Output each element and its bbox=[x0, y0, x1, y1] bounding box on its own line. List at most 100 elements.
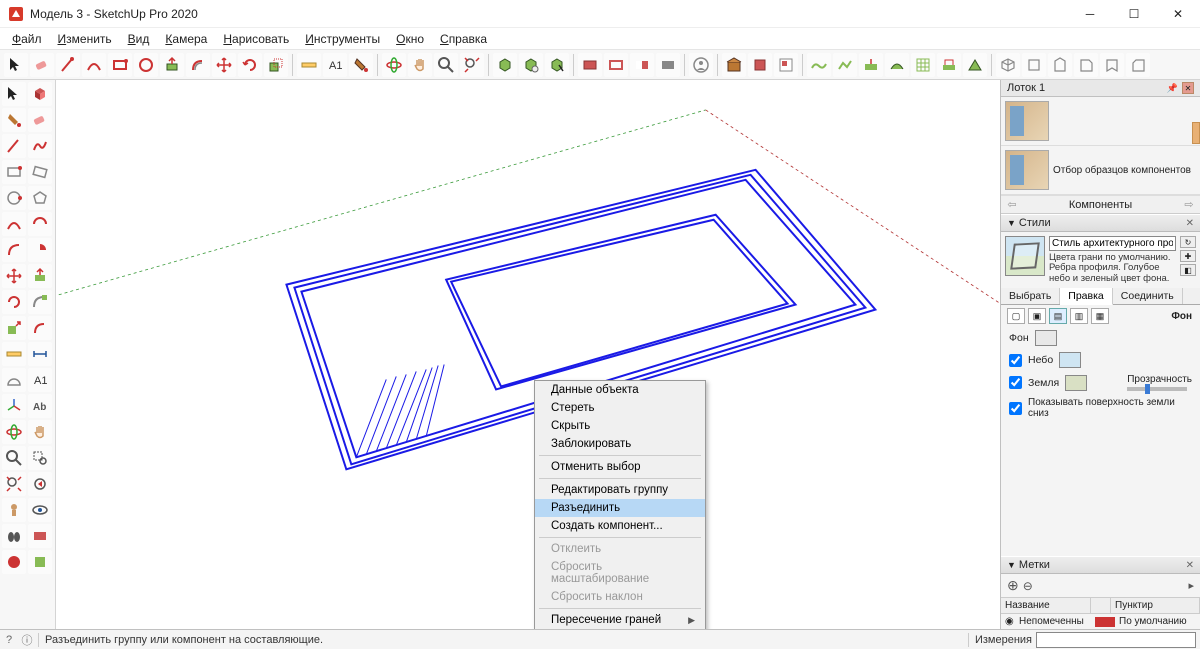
side-extra2[interactable] bbox=[28, 550, 52, 574]
side-pie[interactable] bbox=[28, 238, 52, 262]
tab-mix[interactable]: Соединить bbox=[1113, 288, 1183, 304]
tool-offset[interactable] bbox=[186, 53, 210, 77]
side-orbit[interactable] bbox=[2, 420, 26, 444]
tab-edit[interactable]: Правка bbox=[1060, 288, 1112, 305]
tool-arc[interactable] bbox=[82, 53, 106, 77]
ctx-erase[interactable]: Стереть bbox=[535, 399, 705, 417]
side-look[interactable] bbox=[28, 498, 52, 522]
dynamic-click-icon[interactable] bbox=[545, 53, 569, 77]
view-left-icon[interactable] bbox=[1126, 53, 1150, 77]
ctx-lock[interactable]: Заблокировать bbox=[535, 435, 705, 453]
side-move[interactable] bbox=[2, 264, 26, 288]
marks-row[interactable]: ◉ Непомеченны По умолчанию bbox=[1001, 614, 1200, 629]
side-eraser[interactable] bbox=[28, 108, 52, 132]
menu-camera[interactable]: Камера bbox=[157, 30, 215, 48]
side-zoom[interactable] bbox=[2, 446, 26, 470]
ground-color-swatch[interactable] bbox=[1065, 375, 1087, 391]
style-mix-button[interactable]: ◧ bbox=[1180, 264, 1196, 276]
sandbox5-icon[interactable] bbox=[911, 53, 935, 77]
remove-mark-button[interactable]: ⊖ bbox=[1023, 579, 1033, 593]
watermark-button[interactable]: ▥ bbox=[1070, 308, 1088, 324]
sky-checkbox[interactable] bbox=[1009, 354, 1022, 367]
sandbox6-icon[interactable] bbox=[937, 53, 961, 77]
side-pushpull[interactable] bbox=[28, 264, 52, 288]
side-3dtext[interactable]: Ab bbox=[28, 394, 52, 418]
section-cut-icon[interactable] bbox=[630, 53, 654, 77]
tool-zoom-extents[interactable] bbox=[460, 53, 484, 77]
components-prev[interactable]: ⇦ bbox=[1005, 198, 1019, 211]
side-arc2[interactable] bbox=[28, 212, 52, 236]
tool-select[interactable] bbox=[4, 53, 28, 77]
side-component-icon[interactable] bbox=[28, 82, 52, 106]
side-scale[interactable] bbox=[2, 316, 26, 340]
side-followme[interactable] bbox=[28, 290, 52, 314]
side-axes[interactable] bbox=[2, 394, 26, 418]
tool-text[interactable]: A1 bbox=[323, 53, 347, 77]
dynamic-component-icon[interactable] bbox=[493, 53, 517, 77]
tool-tape[interactable] bbox=[297, 53, 321, 77]
edge-settings-button[interactable]: ▢ bbox=[1007, 308, 1025, 324]
menu-window[interactable]: Окно bbox=[388, 30, 432, 48]
styles-close[interactable]: ✕ bbox=[1186, 218, 1194, 229]
ctx-intersect[interactable]: Пересечение граней▶ bbox=[535, 611, 705, 629]
side-walk[interactable] bbox=[2, 524, 26, 548]
tool-pushpull[interactable] bbox=[160, 53, 184, 77]
menu-file[interactable]: Файл bbox=[4, 30, 50, 48]
ctx-hide[interactable]: Скрыть bbox=[535, 417, 705, 435]
tool-paint[interactable] bbox=[349, 53, 373, 77]
help-icon[interactable]: ? bbox=[0, 634, 18, 646]
tool-rectangle[interactable] bbox=[108, 53, 132, 77]
measure-input[interactable] bbox=[1036, 632, 1196, 648]
side-arc1[interactable] bbox=[2, 212, 26, 236]
menu-view[interactable]: Вид bbox=[120, 30, 158, 48]
section-plane-icon[interactable] bbox=[578, 53, 602, 77]
add-mark-button[interactable]: ⊕ bbox=[1007, 577, 1019, 594]
side-circle[interactable] bbox=[2, 186, 26, 210]
extension-icon[interactable] bbox=[748, 53, 772, 77]
close-button[interactable]: ✕ bbox=[1156, 0, 1200, 28]
warehouse-icon[interactable] bbox=[722, 53, 746, 77]
side-zoomwin[interactable] bbox=[28, 446, 52, 470]
transparency-slider[interactable] bbox=[1127, 387, 1187, 391]
tool-line[interactable] bbox=[56, 53, 80, 77]
ctx-make-component[interactable]: Создать компонент... bbox=[535, 517, 705, 535]
side-select[interactable] bbox=[2, 82, 26, 106]
ctx-entity-info[interactable]: Данные объекта bbox=[535, 381, 705, 399]
info-icon[interactable]: ⓘ bbox=[18, 632, 36, 648]
section-fill-icon[interactable] bbox=[656, 53, 680, 77]
sandbox1-icon[interactable] bbox=[807, 53, 831, 77]
style-thumbnail[interactable] bbox=[1005, 236, 1045, 276]
marks-header[interactable]: ▼Метки ✕ bbox=[1001, 556, 1200, 574]
tab-select[interactable]: Выбрать bbox=[1001, 288, 1060, 304]
components-next[interactable]: ⇨ bbox=[1182, 198, 1196, 211]
components-row-2[interactable]: Отбор образцов компонентов bbox=[1001, 146, 1200, 195]
marks-close[interactable]: ✕ bbox=[1186, 560, 1194, 571]
side-protractor[interactable] bbox=[2, 368, 26, 392]
side-rotrect[interactable] bbox=[28, 160, 52, 184]
pin-icon[interactable]: 📌 bbox=[1167, 83, 1178, 94]
tool-pan[interactable] bbox=[408, 53, 432, 77]
components-row-1[interactable] bbox=[1001, 97, 1200, 146]
menu-help[interactable]: Справка bbox=[432, 30, 495, 48]
person-icon[interactable] bbox=[689, 53, 713, 77]
menu-draw[interactable]: Нарисовать bbox=[215, 30, 297, 48]
minimize-button[interactable]: ─ bbox=[1068, 0, 1112, 28]
tool-circle[interactable] bbox=[134, 53, 158, 77]
style-name-input[interactable] bbox=[1049, 236, 1176, 251]
bg-settings-button[interactable]: ▤ bbox=[1049, 308, 1067, 324]
style-new-button[interactable]: ✚ bbox=[1180, 250, 1196, 262]
side-section[interactable] bbox=[28, 524, 52, 548]
marks-menu-button[interactable]: ▸ bbox=[1188, 579, 1194, 592]
view-iso-icon[interactable] bbox=[996, 53, 1020, 77]
show-ground-checkbox[interactable] bbox=[1009, 402, 1022, 415]
side-polygon[interactable] bbox=[28, 186, 52, 210]
maximize-button[interactable]: ☐ bbox=[1112, 0, 1156, 28]
view-right-icon[interactable] bbox=[1074, 53, 1098, 77]
tray-close-button[interactable]: ✕ bbox=[1182, 82, 1194, 94]
ctx-deselect[interactable]: Отменить выбор bbox=[535, 458, 705, 476]
sandbox4-icon[interactable] bbox=[885, 53, 909, 77]
side-rectangle[interactable] bbox=[2, 160, 26, 184]
side-text[interactable]: A1 bbox=[28, 368, 52, 392]
sandbox2-icon[interactable] bbox=[833, 53, 857, 77]
side-tape[interactable] bbox=[2, 342, 26, 366]
